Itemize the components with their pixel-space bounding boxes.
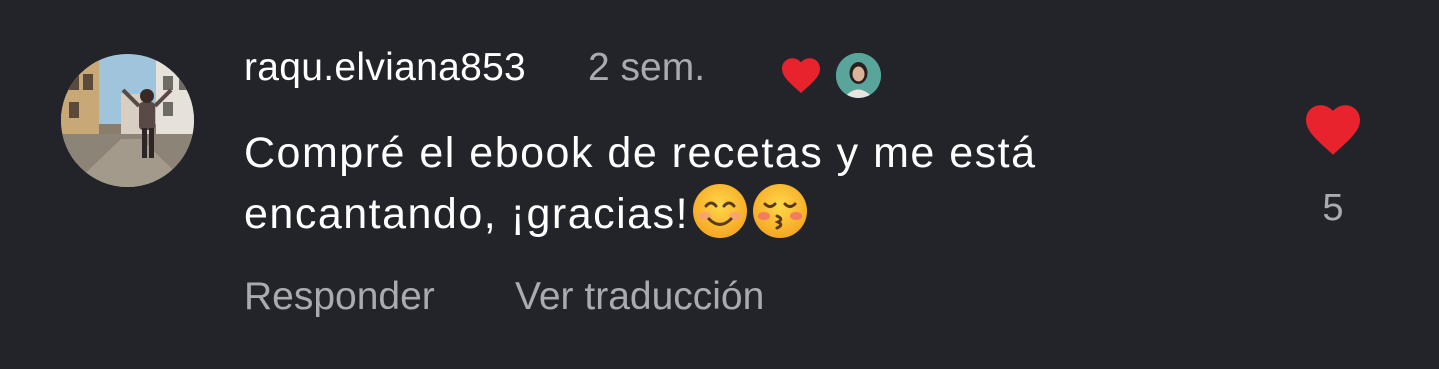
creator-avatar	[836, 53, 881, 98]
heart-icon	[1306, 105, 1360, 155]
see-translation-button[interactable]: Ver traducción	[515, 272, 764, 322]
comment-text-content: Compré el ebook de recetas y me está enc…	[244, 129, 1037, 238]
reply-button[interactable]: Responder	[244, 272, 435, 322]
like-count: 5	[1322, 187, 1344, 229]
comment-item: raqu.elviana853 2 sem. Compré el ebook d…	[0, 0, 1439, 369]
comment-text: Compré el ebook de recetas y me está enc…	[244, 124, 1204, 243]
user-avatar[interactable]	[61, 54, 194, 187]
kissing-face-emoji	[751, 182, 809, 240]
comment-username[interactable]: raqu.elviana853	[244, 44, 526, 92]
comment-timestamp: 2 sem.	[588, 46, 706, 89]
heart-icon	[780, 56, 822, 94]
like-button[interactable]	[1303, 102, 1363, 156]
smiling-face-emoji	[691, 182, 749, 240]
